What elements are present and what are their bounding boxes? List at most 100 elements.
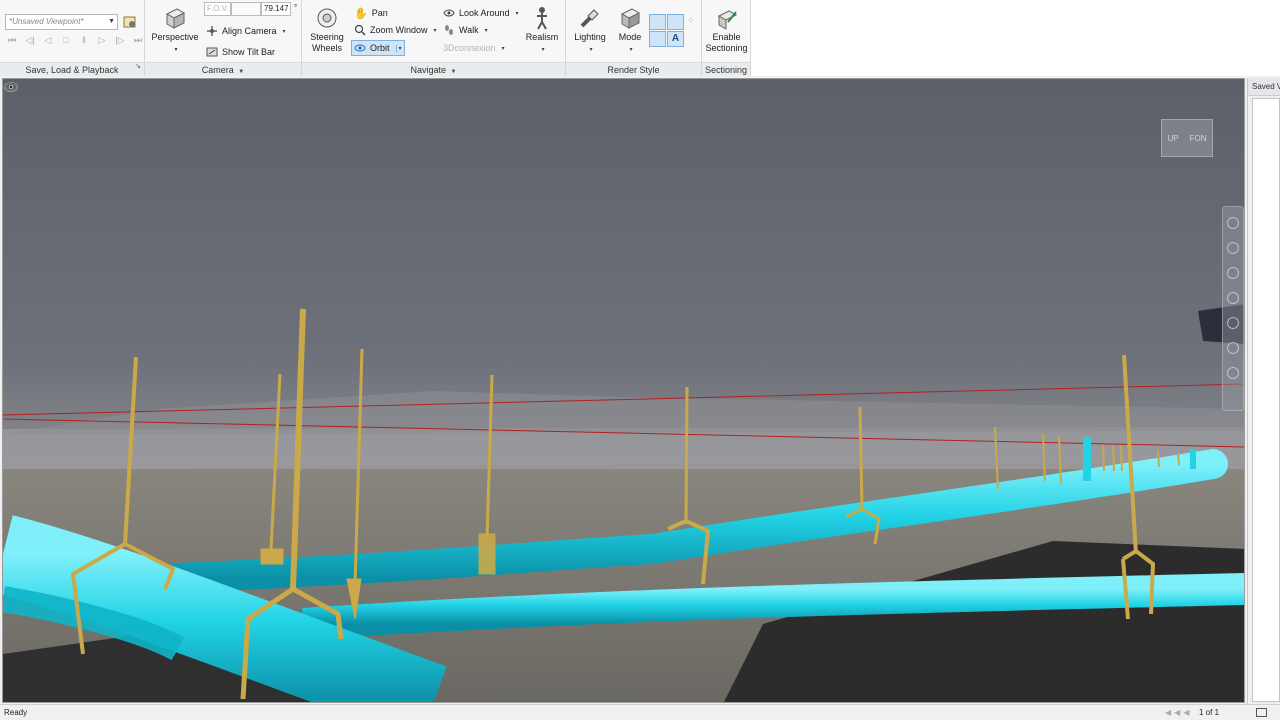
zoom-window-button[interactable]: Zoom Window ▾ [354, 22, 437, 38]
align-camera-icon [207, 26, 217, 36]
manage-viewpoints-icon[interactable] [123, 15, 137, 29]
playback-controls: ⏮ ◁| ◁ □ ‖ ▷ |▷ ⏭ [5, 34, 145, 46]
status-text: Ready [4, 708, 28, 717]
person-icon [537, 7, 547, 30]
play-icon[interactable]: ▷ [95, 34, 109, 46]
cyan-riser [1083, 437, 1091, 481]
navigation-bar [1222, 206, 1244, 411]
chevron-down-icon: ▾ [629, 47, 633, 53]
sheet-browser-icon[interactable] [1256, 708, 1267, 717]
status-bar: Ready ◀◀◀ 1 of 1 [0, 704, 1280, 720]
lines-icon[interactable] [667, 14, 684, 30]
save-load-playback-title: Save, Load & Playback ↘ [0, 62, 144, 76]
orbit-icon [354, 44, 366, 52]
chevron-down-icon: ▾ [541, 47, 545, 53]
ribbon-empty-area [751, 0, 1280, 76]
sectioning-plane-icon [717, 10, 737, 30]
dialog-launcher-icon[interactable]: ↘ [135, 60, 141, 74]
mode-button[interactable]: Mode ▾ [612, 6, 648, 56]
save-load-playback-panel: *Unsaved Viewpoint* ▼ ⏮ ◁| ◁ □ ‖ ▷ |▷ ⏭ … [0, 0, 145, 76]
text-toggle[interactable]: A [667, 31, 684, 47]
roof-slab [3, 391, 1244, 434]
footprints-icon [445, 25, 453, 35]
look-around-button[interactable]: Look Around ▾ [443, 5, 519, 21]
navigate-panel: Steering Wheels ✋ Pan Zoom Window ▾ Orbi… [302, 0, 566, 76]
viewcube-face-up[interactable]: UP [1167, 134, 1178, 143]
chevron-down-icon[interactable]: ▾ [395, 44, 402, 52]
fov-input[interactable]: 79.147 [261, 2, 291, 16]
zoom-icon[interactable] [1227, 267, 1239, 279]
chevron-down-icon: ▼ [238, 69, 245, 75]
render-style-title: Render Style [566, 62, 701, 76]
viewpoint-dropdown[interactable]: *Unsaved Viewpoint* ▼ [5, 14, 118, 30]
walk-button[interactable]: Walk ▾ [443, 22, 488, 38]
steering-wheel-icon [317, 8, 337, 28]
surfaces-icon[interactable] [649, 14, 666, 30]
pause-icon[interactable]: ‖ [77, 34, 91, 46]
look-icon[interactable] [1227, 317, 1239, 329]
primitive-toggles: A [649, 14, 685, 48]
saved-viewpoints-list[interactable] [1252, 98, 1280, 702]
viewcube[interactable]: UP FON [1161, 119, 1213, 157]
flashlight-icon [580, 9, 599, 28]
chevron-down-icon: ▾ [589, 47, 593, 53]
points-icon[interactable] [649, 31, 666, 47]
saved-viewpoints-panel: Saved V [1247, 78, 1280, 704]
sectioning-panel: Enable Sectioning Sectioning [702, 0, 751, 76]
chevron-down-icon: ▾ [433, 27, 437, 34]
fov-label: F.O.V. [204, 2, 231, 16]
enable-sectioning-button[interactable]: Enable Sectioning [704, 8, 749, 54]
snap-points-icon[interactable]: ⁘ [687, 15, 695, 26]
chevron-down-icon: ▾ [501, 45, 505, 52]
play-back-icon[interactable]: ◁ [41, 34, 55, 46]
first-frame-icon[interactable]: ⏮ [5, 34, 19, 46]
pan-button[interactable]: ✋ Pan [354, 5, 388, 21]
hand-icon: ✋ [354, 7, 368, 20]
chevron-down-icon: ▼ [450, 69, 457, 75]
scene [3, 304, 1244, 702]
show-tilt-bar-button[interactable]: Show Tilt Bar [206, 44, 275, 60]
connexion-button: 3Dconnexion ▾ [443, 43, 505, 53]
steering-wheel-icon[interactable] [1227, 217, 1239, 229]
look-around-icon [443, 9, 455, 17]
realism-button[interactable]: Realism ▾ [524, 6, 560, 56]
zoom-icon [354, 24, 366, 36]
orbit-icon[interactable] [1227, 292, 1239, 304]
camera-panel: Perspective ▾ F.O.V. 79.147 ° Align Came… [145, 0, 302, 76]
chevron-down-icon: ▾ [484, 27, 488, 34]
pan-icon[interactable] [1227, 242, 1239, 254]
viewpoint-value: *Unsaved Viewpoint* [9, 17, 84, 26]
last-frame-icon[interactable]: ⏭ [131, 34, 145, 46]
walk-icon[interactable] [1227, 342, 1239, 354]
step-forward-icon[interactable]: |▷ [113, 34, 127, 46]
lighting-button[interactable]: Lighting ▾ [572, 6, 608, 56]
select-icon[interactable] [1227, 367, 1239, 379]
chevron-down-icon: ▼ [108, 18, 115, 25]
render-style-panel: Lighting ▾ Mode ▾ A ⁘ Render Style [566, 0, 702, 76]
cyan-riser [1190, 449, 1196, 469]
stop-icon[interactable]: □ [59, 34, 73, 46]
fov-slider[interactable] [231, 2, 261, 16]
viewcube-face-front[interactable]: FON [1190, 134, 1207, 143]
orbit-cursor-icon [3, 82, 19, 92]
navigate-title[interactable]: Navigate ▼ [302, 62, 565, 76]
chevron-down-icon: ▾ [515, 10, 519, 17]
step-back-icon[interactable]: ◁| [23, 34, 37, 46]
saved-viewpoints-title: Saved V [1248, 78, 1280, 96]
chevron-down-icon: ▾ [174, 47, 178, 53]
ribbon: *Unsaved Viewpoint* ▼ ⏮ ◁| ◁ □ ‖ ▷ |▷ ⏭ … [0, 0, 751, 76]
orbit-button[interactable]: Orbit ▾ [351, 40, 405, 56]
camera-title[interactable]: Camera ▼ [145, 62, 301, 76]
perspective-button[interactable]: Perspective ▾ [149, 6, 201, 56]
steering-wheels-button[interactable]: Steering Wheels [308, 6, 346, 54]
sheet-navigation[interactable]: ◀◀◀ [1165, 705, 1192, 720]
render-mode-cube-icon [620, 8, 641, 29]
sectioning-title: Sectioning [702, 62, 750, 76]
align-camera-button[interactable]: Align Camera ▾ [206, 23, 286, 39]
fov-unit: ° [294, 3, 298, 12]
perspective-cube-icon [165, 8, 186, 29]
chevron-down-icon: ▾ [282, 28, 286, 35]
tilt-bar-icon [206, 47, 218, 57]
page-indicator: 1 of 1 [1199, 708, 1220, 717]
3d-viewport[interactable]: UP FON [2, 78, 1245, 703]
